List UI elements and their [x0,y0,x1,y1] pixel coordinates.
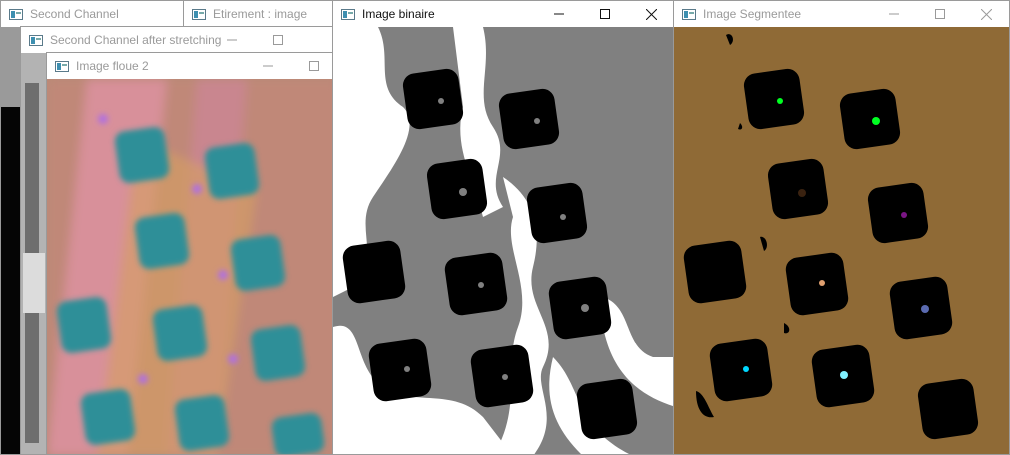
close-button[interactable] [963,1,1009,27]
window-title: Image binaire [362,7,435,21]
app-icon [341,8,355,20]
blob-marker [743,366,749,372]
minimize-icon [263,65,273,67]
window-image-segmentee[interactable]: Image Segmentee [673,0,1010,455]
maximize-icon [273,35,283,45]
window-content [674,27,1009,454]
titlebar[interactable]: Image floue 2 [47,53,337,79]
app-icon [29,34,43,46]
window-image-floue-2[interactable]: Image floue 2 [46,52,338,455]
maximize-button[interactable] [917,1,963,27]
window-title: Second Channel [30,7,119,21]
blob-marker [840,371,848,379]
minimize-icon [889,13,899,15]
maximize-icon [309,61,319,71]
titlebar[interactable]: Second Channel after stretching [21,27,337,53]
window-content [47,79,337,454]
blurred-color-image [47,79,337,454]
window-title: Second Channel after stretching [50,33,222,47]
window-title: Image floue 2 [76,59,149,73]
window-content [333,27,674,454]
titlebar[interactable]: Image Segmentee [674,1,1009,27]
minimize-button[interactable] [209,27,255,53]
blob-marker [901,212,907,218]
blob-marker [819,280,825,286]
titlebar[interactable]: Etirement : image [184,1,337,27]
blob-marker [798,189,806,197]
maximize-button[interactable] [291,53,337,79]
blob-marker [777,98,783,104]
segmented-image [674,27,1009,454]
minimize-button[interactable] [536,1,582,27]
minimize-icon [554,13,564,15]
maximize-button[interactable] [255,27,301,53]
close-button[interactable] [628,1,674,27]
close-icon [645,8,657,20]
minimize-icon [227,39,237,41]
app-icon [9,8,23,20]
maximize-icon [600,9,610,19]
blob-marker [872,117,880,125]
window-image-binaire[interactable]: Image binaire [332,0,675,455]
maximize-icon [935,9,945,19]
blob-marker [921,305,929,313]
minimize-button[interactable] [871,1,917,27]
titlebar[interactable]: Second Channel [1,1,184,27]
app-icon [192,8,206,20]
window-title: Etirement : image [213,7,308,21]
close-icon [980,8,992,20]
minimize-button[interactable] [245,53,291,79]
app-icon [55,60,69,72]
titlebar[interactable]: Image binaire [333,1,674,27]
binary-image [333,27,674,454]
maximize-button[interactable] [582,1,628,27]
app-icon [682,8,696,20]
window-title: Image Segmentee [703,7,802,21]
